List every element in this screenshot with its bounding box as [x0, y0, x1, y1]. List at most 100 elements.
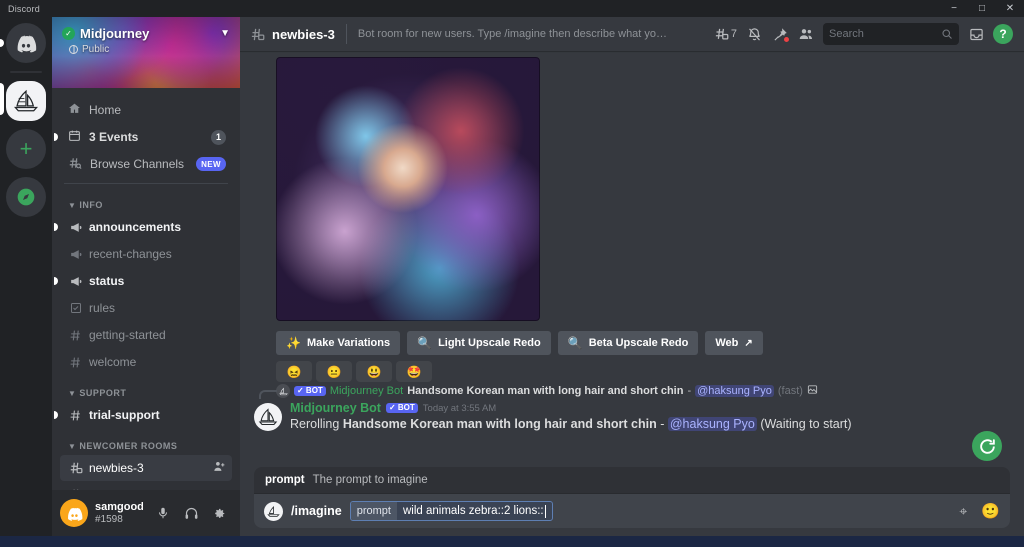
globe-icon — [69, 45, 78, 54]
pinned-messages-button[interactable] — [768, 22, 792, 46]
inbox-button[interactable] — [964, 22, 988, 46]
sidebar-item-home-label: Home — [89, 103, 122, 118]
midjourney-generated-image[interactable] — [276, 57, 540, 321]
sidebar-item-recent-changes[interactable]: recent-changes — [60, 241, 232, 267]
message-author[interactable]: Midjourney Bot — [290, 401, 381, 415]
minimize-button[interactable]: − — [940, 0, 968, 17]
reaction-confounded[interactable]: 😖 — [276, 361, 312, 382]
sidebar-item-trial-support[interactable]: trial-support — [54, 402, 232, 428]
message-item[interactable]: Midjourney Bot ✓ BOT Today at 3:55 AM Re… — [240, 399, 1024, 434]
web-button[interactable]: Web ↗ — [705, 331, 763, 355]
midjourney-sailboat-icon — [14, 89, 38, 112]
message-list[interactable]: ✨ Make Variations 🔍 Light Upscale Redo 🔍… — [240, 51, 1024, 467]
invite-people-icon[interactable] — [213, 460, 226, 476]
chevron-down-icon[interactable]: ▼ — [220, 28, 230, 39]
message-input[interactable]: /imagine prompt wild animals zebra::2 li… — [254, 494, 1010, 528]
sidebar-item-status[interactable]: status — [54, 268, 232, 294]
sidebar-item-rules[interactable]: rules — [60, 295, 232, 321]
deafen-button[interactable] — [178, 500, 204, 526]
sidebar-item-home[interactable]: Home — [60, 97, 232, 123]
guild-pill-home — [0, 39, 4, 47]
sidebar-item-welcome[interactable]: welcome — [60, 349, 232, 375]
sidebar-item-newbies-33[interactable]: newbies-33 — [60, 482, 232, 490]
avatar[interactable] — [254, 403, 282, 431]
sidebar-item-announcements[interactable]: announcements — [54, 214, 232, 240]
emoji-glyph: 😃 — [366, 364, 382, 379]
guild-privacy-row: Public — [69, 44, 109, 55]
sidebar-item-events[interactable]: 3 Events 1 — [54, 124, 232, 150]
channel-label: announcements — [89, 220, 182, 235]
avatar — [264, 501, 283, 521]
rules-icon — [68, 302, 83, 314]
prompt-argument-chip[interactable]: prompt wild animals zebra::2 lions:: — [349, 501, 553, 521]
announcement-icon — [68, 275, 83, 288]
button-label: Beta Upscale Redo — [588, 337, 689, 349]
avatar — [276, 384, 290, 398]
member-list-button[interactable] — [794, 22, 818, 46]
sidebar-item-browse-label: Browse Channels — [90, 157, 185, 172]
reply-dash: - — [687, 385, 692, 397]
announcement-icon — [68, 221, 83, 234]
reaction-star-struck[interactable]: 🤩 — [396, 361, 432, 382]
reroll-button[interactable] — [972, 431, 1002, 461]
reply-context[interactable]: ✓ BOT Midjourney Bot Handsome Korean man… — [240, 382, 1024, 399]
guild-header-banner[interactable]: ✓ Midjourney ▼ Public — [52, 17, 240, 89]
emoji-picker-button[interactable]: 🙂 — [981, 502, 1000, 520]
sidebar-item-newbies-3[interactable]: newbies-3 — [60, 455, 232, 482]
make-variations-button[interactable]: ✨ Make Variations — [276, 331, 401, 355]
explore-servers-button[interactable] — [6, 177, 46, 217]
channel-label: recent-changes — [89, 247, 172, 262]
argument-value[interactable]: wild animals zebra::2 lions:: — [397, 502, 552, 520]
chevron-down-icon: ▼ — [68, 200, 77, 210]
light-upscale-redo-button[interactable]: 🔍 Light Upscale Redo — [407, 331, 551, 355]
avatar[interactable] — [60, 499, 88, 527]
beta-upscale-redo-button[interactable]: 🔍 Beta Upscale Redo — [557, 331, 699, 355]
user-mention[interactable]: @haksung Pyo — [667, 417, 757, 431]
emoji-glyph: 🤩 — [406, 364, 422, 379]
reaction-neutral[interactable]: 😐 — [316, 361, 352, 382]
reaction-smile[interactable]: 😃 — [356, 361, 392, 382]
category-info-label: INFO — [79, 200, 103, 211]
help-button[interactable]: ? — [990, 22, 1016, 46]
reaction-buttons: 😖 😐 😃 🤩 — [240, 355, 1024, 382]
microphone-icon — [158, 507, 168, 519]
message-timestamp: Today at 3:55 AM — [422, 402, 497, 414]
bell-slash-icon — [748, 27, 760, 41]
mute-microphone-button[interactable] — [150, 500, 176, 526]
message-status: (Waiting to start) — [760, 417, 852, 431]
channel-header: newbies-3 Bot room for new users. Type /… — [240, 17, 1024, 51]
compass-icon — [17, 188, 35, 206]
threads-button[interactable]: 7 — [711, 22, 740, 46]
search-input[interactable]: Search — [823, 23, 959, 45]
user-settings-button[interactable] — [206, 500, 232, 526]
notification-settings-button[interactable] — [742, 22, 766, 46]
close-button[interactable]: ✕ — [996, 0, 1024, 17]
sidebar-item-getting-started[interactable]: getting-started — [60, 322, 232, 348]
sidebar-item-browse-channels[interactable]: Browse Channels NEW — [60, 151, 232, 177]
maximize-button[interactable]: □ — [968, 0, 996, 17]
thread-hash-icon — [250, 27, 265, 42]
bot-badge: ✓ BOT — [294, 385, 326, 397]
user-identity[interactable]: samgoodw... #1598 — [95, 501, 143, 525]
channel-list[interactable]: Home 3 Events 1 Browse Channels NEW ▼ IN… — [52, 88, 240, 490]
discord-logo-icon — [17, 35, 37, 53]
server-icon-discord-home[interactable] — [6, 23, 46, 63]
generated-image-container[interactable] — [240, 51, 1024, 321]
category-newcomer-rooms[interactable]: ▼ NEWCOMER ROOMS — [52, 429, 240, 454]
channel-topic[interactable]: Bot room for new users. Type /imagine th… — [358, 28, 668, 40]
chevron-down-icon: ▼ — [68, 388, 77, 398]
channel-label: getting-started — [89, 328, 166, 343]
guild-header-row[interactable]: ✓ Midjourney ▼ — [62, 26, 230, 41]
channel-label: rules — [89, 301, 116, 316]
reply-spine-decoration — [259, 390, 277, 399]
midjourney-sailboat-icon — [258, 408, 278, 426]
unread-indicator — [54, 411, 58, 420]
slash-command-hint: prompt The prompt to imagine — [254, 467, 1010, 494]
category-support[interactable]: ▼ SUPPORT — [52, 376, 240, 401]
message-action-buttons: ✨ Make Variations 🔍 Light Upscale Redo 🔍… — [240, 321, 1024, 355]
add-server-button[interactable]: + — [6, 129, 46, 169]
server-rail: + — [0, 17, 52, 536]
server-icon-midjourney[interactable] — [6, 81, 46, 121]
category-info[interactable]: ▼ INFO — [52, 188, 240, 213]
user-mention[interactable]: @haksung Pyo — [695, 385, 774, 397]
